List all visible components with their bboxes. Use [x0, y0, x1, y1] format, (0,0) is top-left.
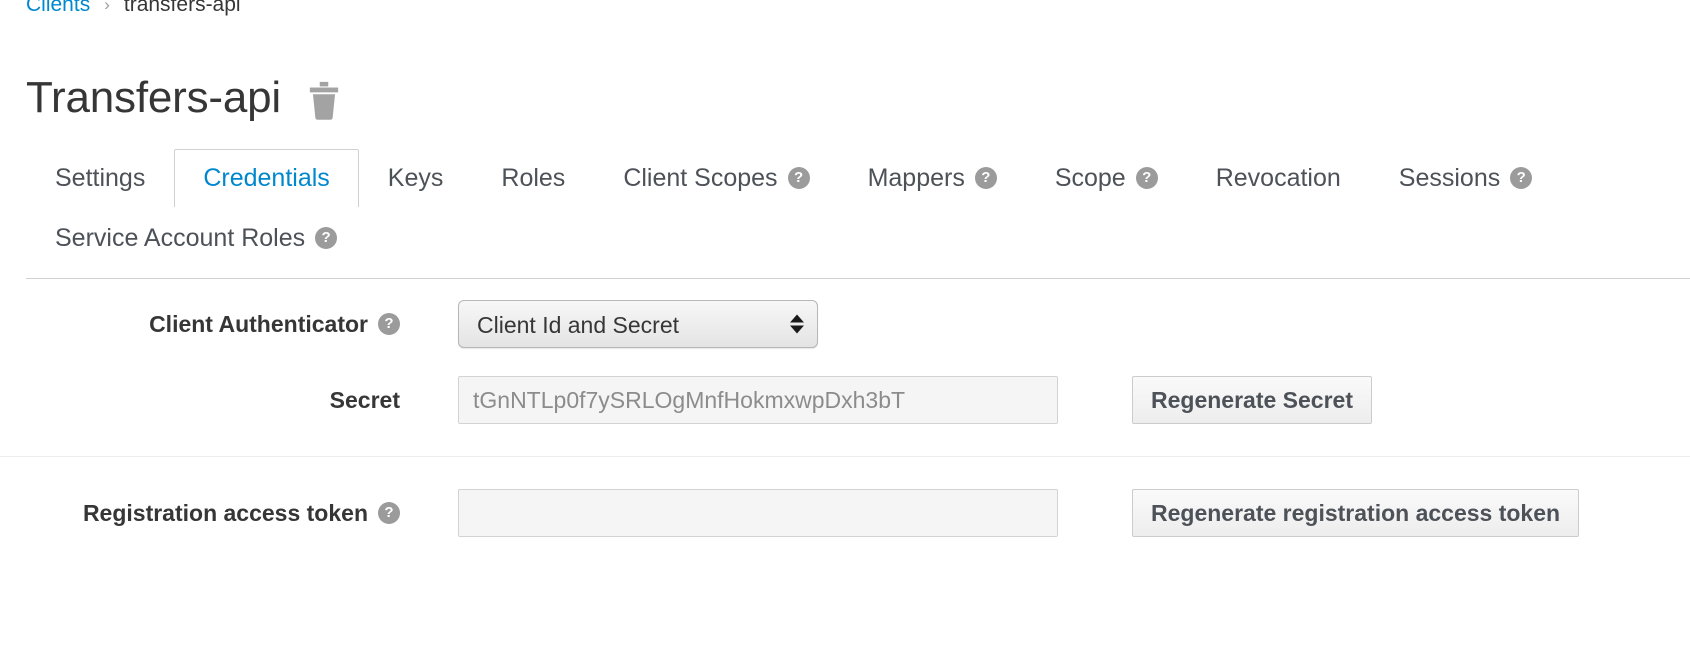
- tab-label: Service Account Roles: [55, 224, 306, 252]
- tab-label: Revocation: [1215, 164, 1341, 192]
- tab-help-icon[interactable]: ?: [1135, 167, 1158, 189]
- form-spacer: [0, 438, 1690, 456]
- form-group-secret: Secret Regenerate Secret: [0, 362, 1690, 438]
- secret-label-text: Secret: [329, 386, 400, 413]
- tab-label: Sessions: [1398, 164, 1501, 192]
- tab-row-secondary: Service Account Roles?: [26, 208, 1690, 266]
- credentials-form: Client Authenticator ? Client Id and Sec…: [0, 286, 1690, 551]
- secret-control: [458, 376, 1058, 424]
- tab-sessions[interactable]: Sessions?: [1370, 149, 1561, 207]
- client-authenticator-control: Client Id and Secret: [458, 300, 818, 348]
- tab-help-icon[interactable]: ?: [974, 167, 997, 189]
- secret-input[interactable]: [458, 376, 1058, 424]
- tab-help-icon[interactable]: ?: [787, 167, 810, 189]
- tab-scope[interactable]: Scope?: [1026, 149, 1187, 207]
- client-authenticator-select-wrapper: Client Id and Secret: [458, 300, 818, 348]
- client-authenticator-help-icon[interactable]: ?: [378, 313, 400, 335]
- tab-bar: Settings Credentials Keys Roles Client Scope…: [26, 148, 1690, 279]
- tab-keys[interactable]: Keys: [359, 149, 473, 207]
- registration-access-token-action: Regenerate registration access token: [1132, 489, 1580, 537]
- trash-icon[interactable]: [307, 81, 341, 121]
- registration-access-token-label: Registration access token ?: [0, 500, 400, 527]
- secret-action: Regenerate Secret: [1132, 376, 1372, 424]
- tab-mappers[interactable]: Mappers?: [839, 149, 1026, 207]
- breadcrumb: Clients › transfers-api: [26, 0, 241, 20]
- tab-roles[interactable]: Roles: [472, 149, 594, 207]
- tab-settings[interactable]: Settings: [26, 149, 174, 207]
- tab-label: Keys: [387, 164, 444, 192]
- tab-label: Scope: [1054, 164, 1126, 192]
- form-spacer-2: [0, 457, 1690, 475]
- regenerate-registration-access-token-button[interactable]: Regenerate registration access token: [1132, 489, 1580, 537]
- tab-help-icon[interactable]: ?: [1510, 167, 1533, 189]
- registration-access-token-help-icon[interactable]: ?: [378, 502, 400, 524]
- registration-access-token-label-text: Registration access token: [82, 499, 368, 526]
- tab-row-primary: Settings Credentials Keys Roles Client Scope…: [26, 148, 1690, 207]
- regenerate-secret-button[interactable]: Regenerate Secret: [1132, 376, 1372, 424]
- tab-label: Credentials: [203, 164, 330, 192]
- tab-service-account-roles[interactable]: Service Account Roles?: [26, 209, 366, 267]
- breadcrumb-current: transfers-api: [123, 0, 241, 16]
- breadcrumb-separator-icon: ›: [104, 0, 110, 14]
- form-group-registration-access-token: Registration access token ? Regenerate r…: [0, 475, 1690, 551]
- breadcrumb-link-clients[interactable]: Clients: [26, 0, 90, 20]
- form-group-client-authenticator: Client Authenticator ? Client Id and Sec…: [0, 286, 1690, 362]
- client-authenticator-label: Client Authenticator ?: [0, 311, 400, 338]
- client-authenticator-select[interactable]: Client Id and Secret: [458, 300, 818, 348]
- tab-help-icon[interactable]: ?: [315, 227, 338, 249]
- page-title: Transfers-api: [26, 73, 281, 122]
- secret-label: Secret: [0, 387, 400, 414]
- tab-client-scopes[interactable]: Client Scopes?: [594, 149, 838, 207]
- tab-label: Mappers: [867, 164, 965, 192]
- tab-label: Roles: [501, 164, 566, 192]
- registration-access-token-input[interactable]: [458, 489, 1058, 537]
- registration-access-token-control: [458, 489, 1058, 537]
- client-authenticator-label-text: Client Authenticator: [149, 310, 368, 337]
- tab-credentials[interactable]: Credentials: [174, 149, 359, 207]
- tab-label: Client Scopes: [623, 164, 778, 192]
- tab-revocation[interactable]: Revocation: [1187, 149, 1370, 207]
- tab-underline: [26, 278, 1690, 279]
- tab-label: Settings: [55, 164, 146, 192]
- page-header: Transfers-api: [26, 72, 341, 124]
